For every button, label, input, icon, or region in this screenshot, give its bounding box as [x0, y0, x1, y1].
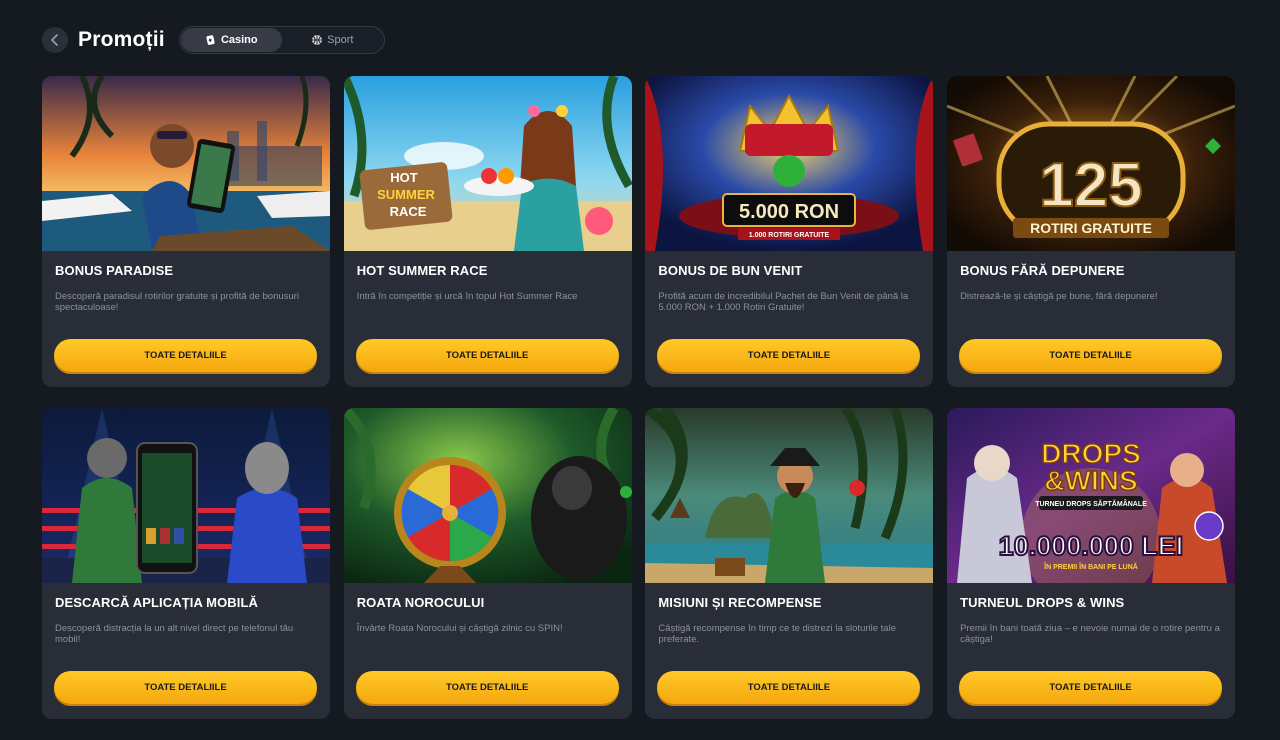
promo-title: MISIUNI ȘI RECOMPENSE	[658, 595, 822, 610]
drops-prize-subtext: ÎN PREMII ÎN BANI PE LUNĂ	[1043, 562, 1138, 571]
promo-title: BONUS PARADISE	[55, 263, 174, 278]
page-title: Promoții	[78, 28, 165, 51]
promo-description: Distrează-te și câștigă pe bune, fără de…	[960, 291, 1158, 302]
sign-text-summer: SUMMER	[377, 187, 435, 202]
details-button[interactable]: TOATE DETALIILE	[355, 671, 619, 704]
back-button[interactable]	[42, 27, 68, 53]
promo-card-missions-rewards[interactable]: MISIUNI ȘI RECOMPENSE Câștigă recompense…	[645, 408, 934, 719]
promo-card-hot-summer-race[interactable]: HOT SUMMER RACE HOT SUMMER RACE Intră în…	[343, 76, 632, 387]
tab-casino-label: Casino	[220, 34, 258, 46]
sign-text-race: RACE	[389, 204, 426, 219]
promo-title: TURNEUL DROPS & WINS	[960, 595, 1125, 610]
promo-image-no-deposit-bonus: 125 ROTIRI GRATUITE	[947, 76, 1236, 251]
promo-title: BONUS DE BUN VENIT	[658, 263, 803, 278]
promo-description: Descoperă paradisul rotirilor gratuite ș…	[55, 291, 299, 313]
chevron-left-icon	[51, 34, 58, 46]
bonus-spins-text: 1.000 ROTIRI GRATUITE	[749, 232, 830, 239]
details-button[interactable]: TOATE DETALIILE	[959, 339, 1223, 372]
promo-card-drops-wins[interactable]: DROPS &WINS TURNEU DROPS SĂPTĂMÂNALE 10.…	[947, 408, 1236, 719]
promo-image-missions-rewards	[645, 408, 934, 583]
promo-card-wheel-of-fortune[interactable]: ROATA NOROCULUI Învârte Roata Norocului …	[343, 408, 632, 719]
promo-card-mobile-app[interactable]: DESCARCĂ APLICAȚIA MOBILĂ Descoperă dist…	[42, 408, 330, 719]
promo-image-welcome-bonus: 5.000 RON 1.000 ROTIRI GRATUITE	[645, 76, 934, 251]
drops-prize-amount: 10.000.000 LEI	[999, 531, 1184, 561]
promo-title: DESCARCĂ APLICAȚIA MOBILĂ	[55, 595, 259, 610]
promo-title: BONUS FĂRĂ DEPUNERE	[960, 263, 1125, 278]
casino-chip-icon	[206, 35, 215, 45]
promo-description: Premii în bani toată ziua – e nevoie num…	[960, 623, 1220, 645]
promo-title: HOT SUMMER RACE	[356, 263, 488, 278]
promo-card-welcome-bonus[interactable]: 5.000 RON 1.000 ROTIRI GRATUITE BONUS DE…	[645, 76, 934, 387]
details-button[interactable]: TOATE DETALIILE	[54, 671, 317, 704]
promo-image-mobile-app	[42, 408, 330, 583]
promo-card-bonus-paradise[interactable]: BONUS PARADISE Descoperă paradisul rotir…	[42, 76, 330, 387]
promo-description: Intră în competiție și urcă în topul Hot…	[356, 291, 578, 302]
sign-text-hot: HOT	[390, 170, 418, 185]
promo-title: ROATA NOROCULUI	[356, 595, 485, 610]
promo-description: Câștigă recompense în timp ce te distrez…	[658, 623, 896, 645]
drops-title-line2: &WINS	[1044, 465, 1137, 496]
bonus-amount-text: 5.000 RON	[739, 201, 839, 223]
promo-image-wheel-of-fortune	[343, 408, 632, 583]
promo-card-no-deposit-bonus[interactable]: 125 ROTIRI GRATUITE BONUS FĂRĂ DEPUNERE …	[947, 76, 1236, 387]
promo-image-bonus-paradise	[42, 76, 330, 251]
free-spins-text: ROTIRI GRATUITE	[1030, 220, 1152, 236]
promo-description: Profită acum de incredibilul Pachet de B…	[658, 291, 909, 313]
tab-sport[interactable]: Sport	[282, 28, 383, 52]
tab-sport-label: Sport	[327, 34, 354, 46]
promo-description: Descoperă distracția la un alt nivel dir…	[55, 623, 294, 645]
details-button[interactable]: TOATE DETALIILE	[959, 671, 1223, 704]
page-header: Promoții Casino Sport	[42, 26, 385, 54]
promo-image-hot-summer-race: HOT SUMMER RACE	[343, 76, 632, 251]
promotions-grid: BONUS PARADISE Descoperă paradisul rotir…	[42, 76, 1236, 719]
promo-description: Învârte Roata Norocului și câștigă zilni…	[356, 623, 563, 634]
category-tabs: Casino Sport	[178, 26, 385, 54]
promo-image-drops-wins: DROPS &WINS TURNEU DROPS SĂPTĂMÂNALE 10.…	[947, 408, 1236, 583]
details-button[interactable]: TOATE DETALIILE	[355, 339, 619, 372]
details-button[interactable]: TOATE DETALIILE	[54, 339, 317, 372]
free-spins-number: 125	[1039, 151, 1142, 220]
details-button[interactable]: TOATE DETALIILE	[657, 671, 921, 704]
details-button[interactable]: TOATE DETALIILE	[657, 339, 921, 372]
drops-banner-text: TURNEU DROPS SĂPTĂMÂNALE	[1035, 499, 1147, 508]
tab-casino[interactable]: Casino	[180, 28, 282, 52]
basketball-icon	[312, 35, 323, 45]
